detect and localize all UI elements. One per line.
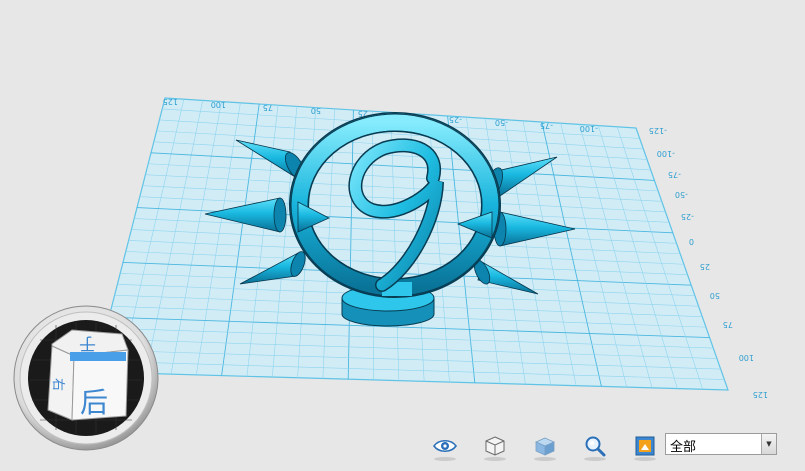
view-toolbar	[420, 429, 670, 463]
view-cube-side-label: 右	[50, 378, 65, 391]
view-cube-widget[interactable]: 于 后 右	[0, 0, 805, 467]
zoom-icon	[585, 436, 606, 457]
preview-button[interactable]	[420, 429, 470, 463]
view-mode-select-value: 全部	[670, 440, 697, 455]
view-mode-select[interactable]: 全部 ▼	[665, 433, 777, 455]
view-cube[interactable]: 于 后 右	[47, 329, 129, 421]
fit-view-icon	[635, 436, 655, 456]
wireframe-cube-icon	[485, 436, 505, 456]
fit-view-button[interactable]	[620, 429, 670, 463]
zoom-button[interactable]	[570, 429, 620, 463]
view-cube-top-glyph: 于	[79, 333, 96, 353]
chevron-down-icon[interactable]: ▼	[761, 434, 776, 454]
wireframe-view-button[interactable]	[470, 429, 520, 463]
solid-view-button[interactable]	[520, 429, 570, 463]
solid-cube-icon	[535, 437, 555, 456]
view-cube-front-label: 后	[80, 386, 108, 419]
eye-icon	[433, 439, 457, 453]
